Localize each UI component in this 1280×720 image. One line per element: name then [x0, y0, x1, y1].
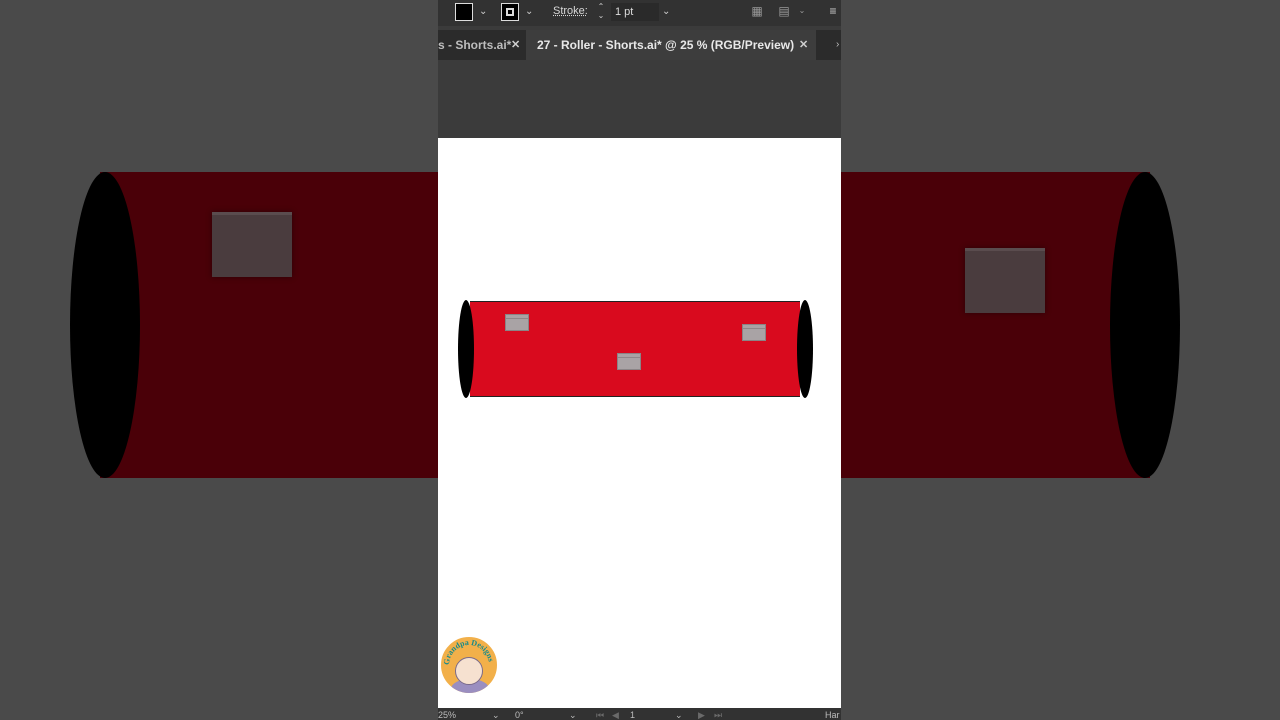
menu-icon[interactable]: ≡ — [826, 4, 840, 18]
close-icon[interactable]: ✕ — [511, 30, 520, 60]
chevron-down-icon[interactable]: ⌄ — [569, 708, 577, 720]
first-artboard-icon[interactable]: ⏮ — [596, 708, 604, 720]
align-icon[interactable]: ▤ — [777, 4, 791, 18]
end-cap-right[interactable] — [797, 300, 813, 398]
chevron-down-icon[interactable]: ⌄ — [795, 4, 809, 18]
tab-shorts[interactable]: s - Shorts.ai* ✕ — [438, 30, 524, 60]
tool-hint: Har — [825, 710, 840, 720]
previous-artboard-icon[interactable]: ◀ — [612, 708, 619, 720]
artboard[interactable]: Grandpa Designs — [438, 138, 841, 708]
grid-icon[interactable]: ▦ — [750, 4, 764, 18]
zoom-level[interactable]: 25% — [438, 708, 456, 720]
chevron-down-icon[interactable]: ⌄ — [662, 5, 670, 19]
chevron-down-icon[interactable]: ⌄ — [675, 708, 683, 720]
last-artboard-icon[interactable]: ⏭ — [714, 708, 722, 720]
chevron-down-icon[interactable]: ⌄ — [492, 708, 500, 720]
status-bar: 25% ⌄ 0° ⌄ ⏮ ◀ 1 ⌄ ▶ ⏭ Har — [438, 708, 841, 720]
stroke-swatch[interactable] — [501, 3, 519, 21]
artboard-number[interactable]: 1 — [630, 708, 635, 720]
logo-face — [455, 657, 483, 685]
roller-window[interactable] — [742, 324, 766, 341]
close-icon[interactable]: ✕ — [799, 30, 808, 60]
pasteboard — [438, 60, 841, 138]
stroke-label[interactable]: Stroke: — [553, 5, 588, 17]
roller-artwork[interactable] — [458, 300, 813, 398]
rotation-value[interactable]: 0° — [515, 708, 524, 720]
blurred-window-right — [965, 248, 1045, 313]
channel-logo: Grandpa Designs — [439, 635, 499, 695]
blurred-window-left — [212, 212, 292, 277]
stroke-weight-field[interactable]: 1 pt — [611, 3, 659, 21]
roller-window[interactable] — [505, 314, 529, 331]
chevron-down-icon[interactable]: ⌄ — [525, 5, 533, 19]
end-cap-left[interactable] — [458, 300, 474, 398]
chevron-down-icon[interactable]: ⌄ — [479, 5, 487, 19]
blurred-cap-right — [1110, 172, 1180, 478]
control-bar: ⌄ ⌄ Stroke: ⌃ ⌄ 1 pt ⌄ ▦ ▤ ⌄ ≡ — [438, 0, 841, 26]
tab-label: s - Shorts.ai* — [438, 38, 512, 52]
roller-window[interactable] — [617, 353, 641, 370]
document-tab-bar: s - Shorts.ai* ✕ 27 - Roller - Shorts.ai… — [438, 30, 841, 60]
fill-swatch[interactable] — [455, 3, 473, 21]
stepper-icon[interactable]: ⌃ ⌄ — [596, 2, 606, 22]
next-artboard-icon[interactable]: ▶ — [698, 708, 705, 720]
blurred-cap-left — [70, 172, 140, 478]
illustrator-window: ⌄ ⌄ Stroke: ⌃ ⌄ 1 pt ⌄ ▦ ▤ ⌄ ≡ s - Shorts… — [438, 0, 841, 720]
tab-label: 27 - Roller - Shorts.ai* @ 25 % (RGB/Pre… — [537, 38, 795, 52]
tab-roller-shorts[interactable]: 27 - Roller - Shorts.ai* @ 25 % (RGB/Pre… — [526, 30, 816, 60]
tab-overflow-icon[interactable]: › — [836, 30, 839, 60]
